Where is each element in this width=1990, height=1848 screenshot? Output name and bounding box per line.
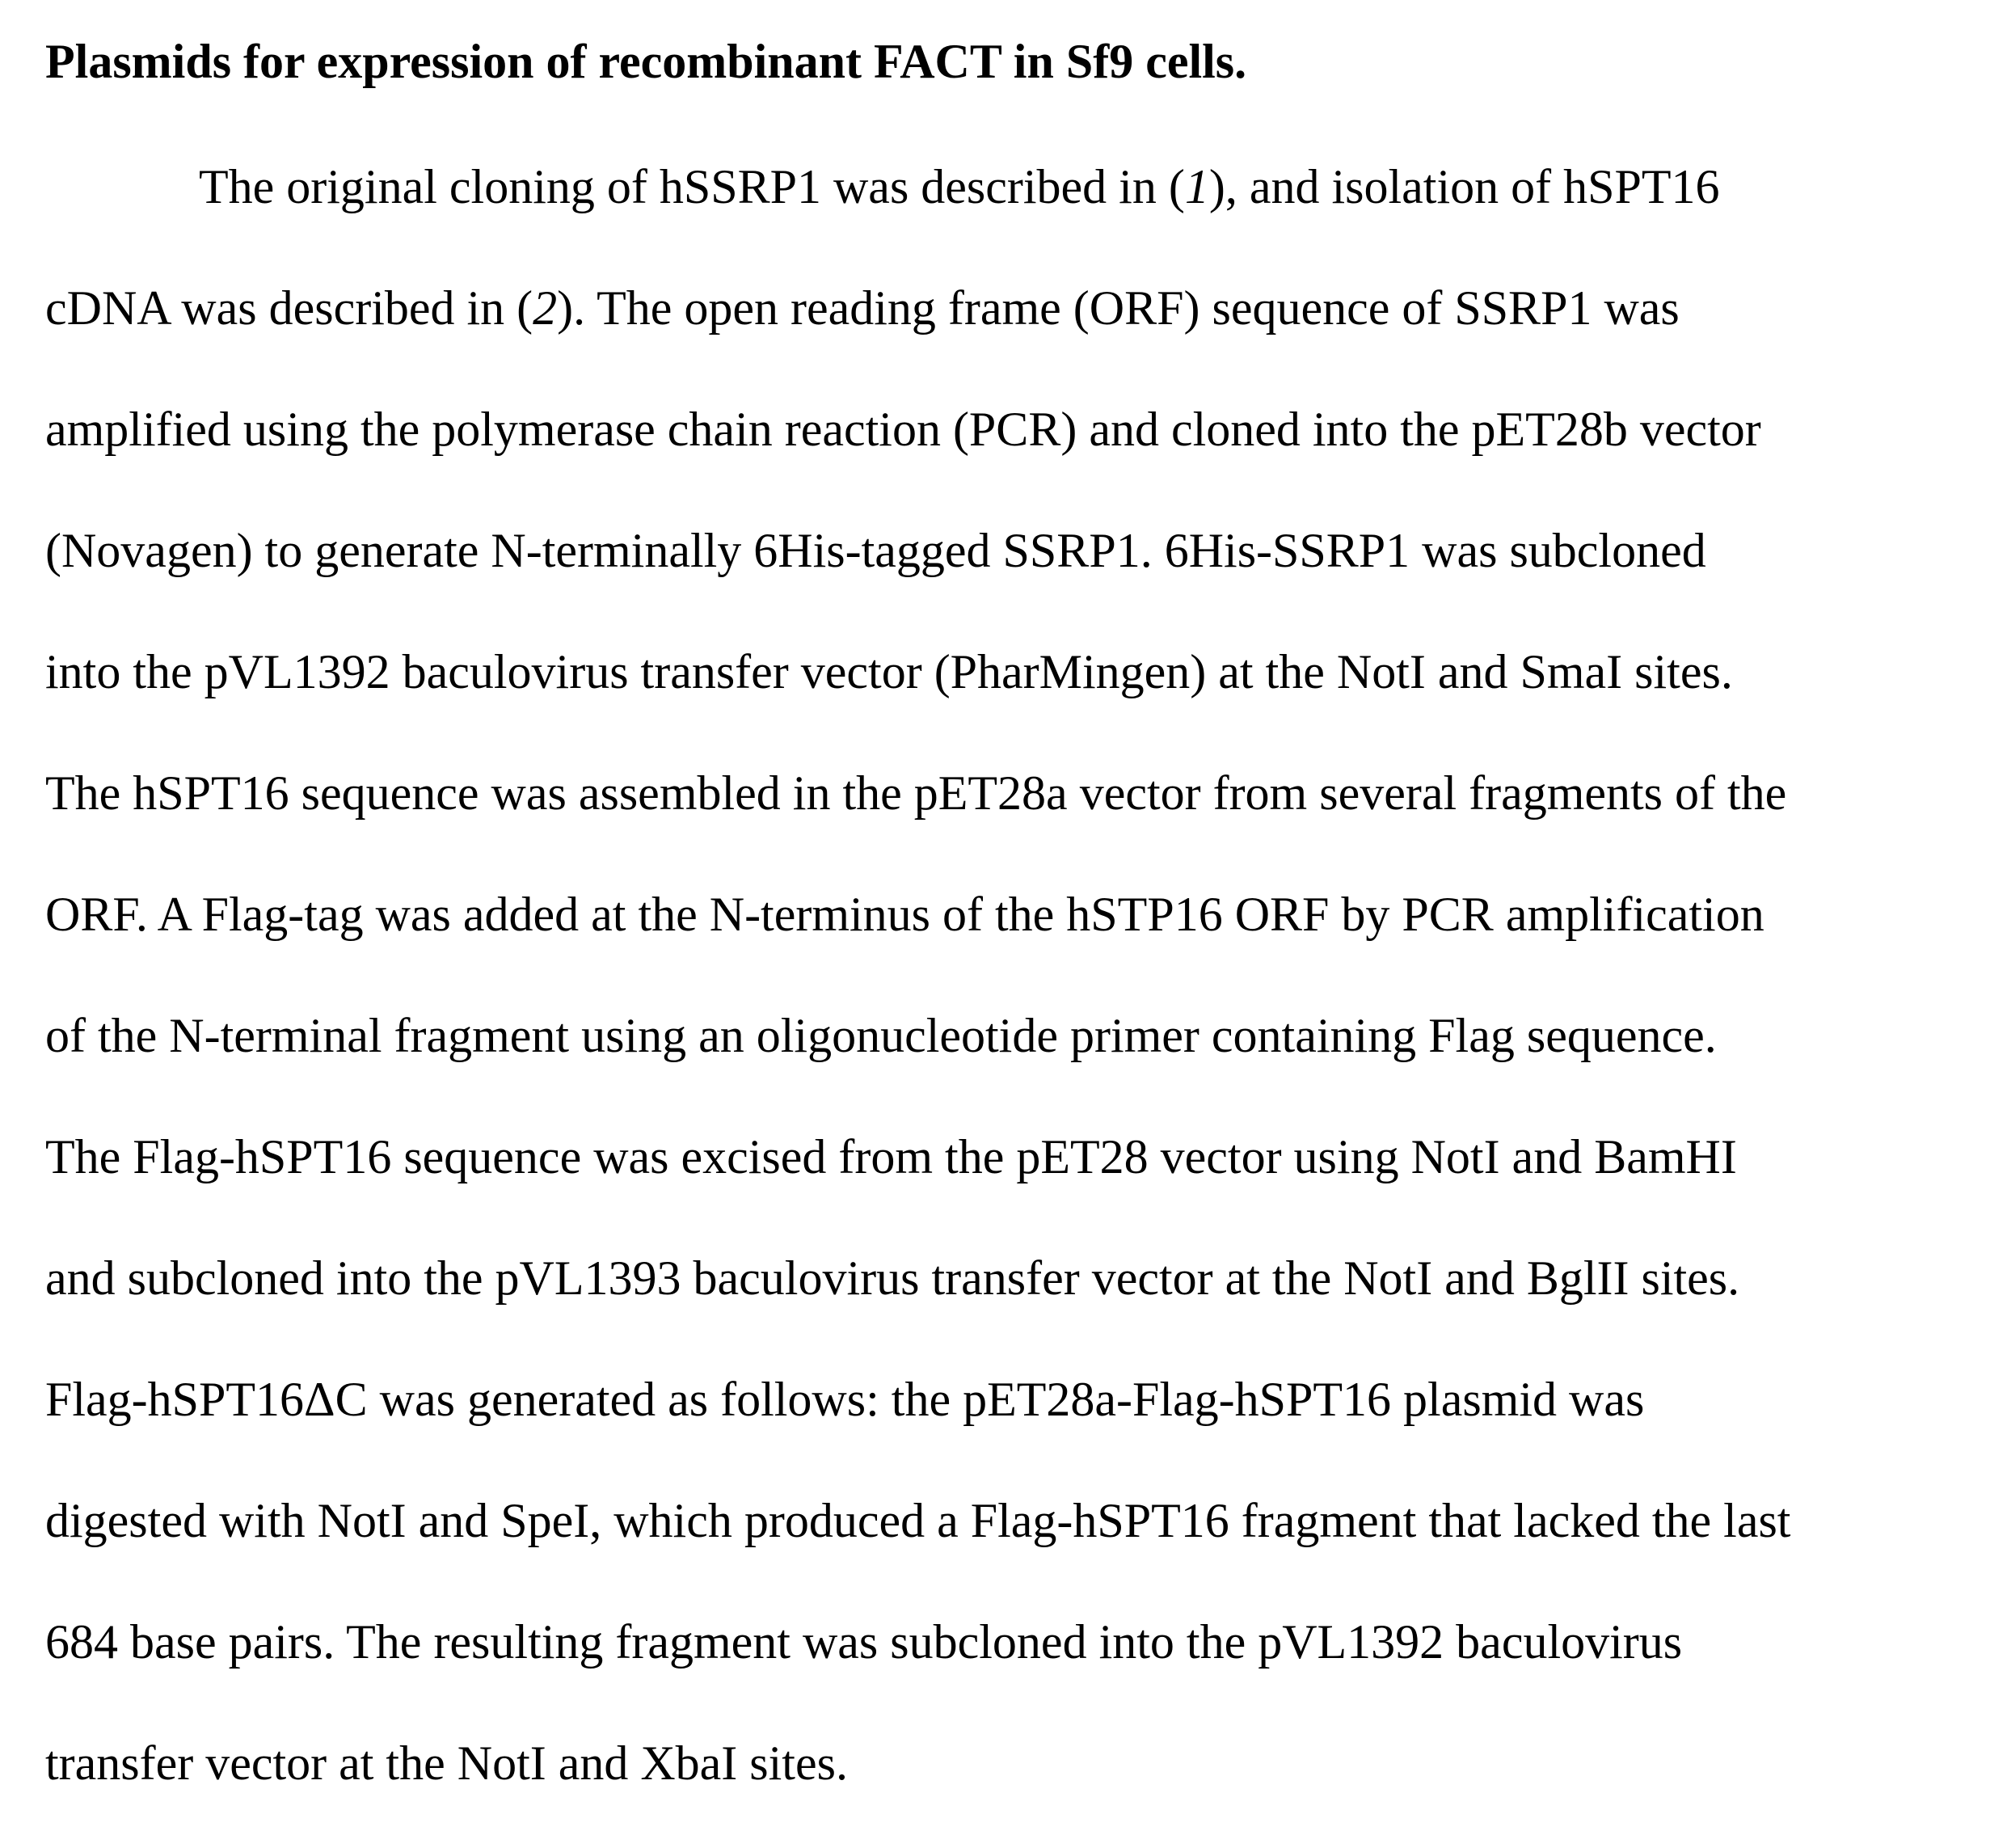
paragraph-line: digested with NotI and SpeI, which produ… bbox=[45, 1494, 1791, 1547]
paragraph-line: The original cloning of hSSRP1 was descr… bbox=[45, 150, 1985, 272]
reference-number: 1 bbox=[1184, 160, 1209, 213]
paragraph-line: 684 base pairs. The resulting fragment w… bbox=[45, 1615, 1683, 1669]
paragraph-line: ORF. A Flag-tag was added at the N-termi… bbox=[45, 888, 1764, 941]
line-text: The original cloning of hSSRP1 was descr… bbox=[199, 160, 1185, 213]
paragraph-line: and subcloned into the pVL1393 baculovir… bbox=[45, 1251, 1740, 1305]
section-heading: Plasmids for expression of recombinant F… bbox=[45, 35, 1247, 88]
reference-number: 2 bbox=[533, 281, 558, 335]
line-text: ). The open reading frame (ORF) sequence… bbox=[557, 281, 1680, 335]
paragraph-line: Flag-hSPT16ΔC was generated as follows: … bbox=[45, 1373, 1645, 1426]
paragraph-line: (Novagen) to generate N-terminally 6His-… bbox=[45, 524, 1706, 577]
paragraph-line: amplified using the polymerase chain rea… bbox=[45, 403, 1761, 456]
paragraph-line: transfer vector at the NotI and XbaI sit… bbox=[45, 1736, 848, 1790]
line-text: ), and isolation of hSPT16 bbox=[1208, 160, 1720, 213]
paragraph-line: The hSPT16 sequence was assembled in the… bbox=[45, 766, 1787, 820]
paragraph-line: cDNA was described in (2). The open read… bbox=[45, 272, 1985, 393]
paragraph-line: into the pVL1392 baculovirus transfer ve… bbox=[45, 645, 1733, 698]
paragraph-line: The Flag-hSPT16 sequence was excised fro… bbox=[45, 1130, 1737, 1183]
paragraph-line: of the N-terminal fragment using an olig… bbox=[45, 1009, 1717, 1062]
line-text: cDNA was described in ( bbox=[45, 281, 533, 335]
body-paragraph: The original cloning of hSSRP1 was descr… bbox=[45, 150, 1985, 1848]
